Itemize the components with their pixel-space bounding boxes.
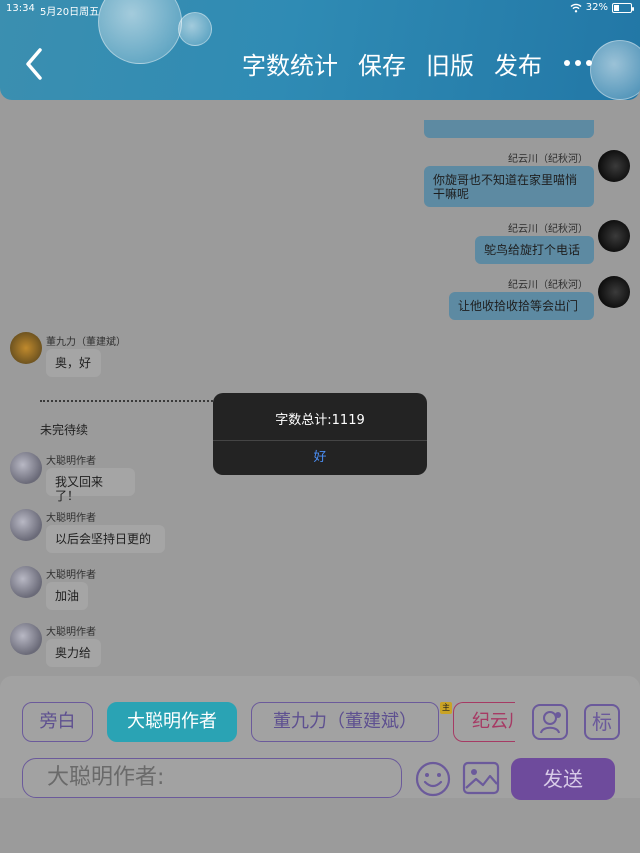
message-bubble[interactable]: 让他收拾收拾等会出门 [449, 292, 594, 320]
dialog-message: 字数总计:1119 [275, 413, 365, 428]
word-count-button[interactable]: 字数统计 [242, 46, 338, 81]
bubble-decoration [590, 40, 640, 100]
status-bar: 13:34 5月20日周五 32% [0, 0, 640, 18]
sender-name: 大聪明作者 [46, 570, 96, 581]
avatar[interactable] [10, 509, 42, 541]
avatar[interactable] [10, 623, 42, 655]
publish-button[interactable]: 发布 [494, 46, 542, 81]
avatar[interactable] [598, 276, 630, 308]
save-button[interactable]: 保存 [358, 46, 406, 81]
app-header: 13:34 5月20日周五 32% 字数统计 保存 旧版 发布 [0, 0, 640, 100]
battery-fill [614, 4, 620, 11]
chat-bubble-partial [424, 120, 594, 138]
sender-name: 纪云川（纪秋河） [508, 280, 588, 291]
message-bubble[interactable]: 鸵鸟给旋打个电话 [475, 236, 594, 264]
old-version-button[interactable]: 旧版 [426, 46, 474, 81]
mark-button[interactable]: 标 [584, 704, 620, 740]
avatar[interactable] [598, 150, 630, 182]
narration-text: 未完待续 [40, 423, 89, 437]
more-options-icon[interactable] [564, 60, 592, 66]
character-chip[interactable]: 旁白 [22, 702, 93, 742]
message-bubble[interactable]: 奥，好 [46, 349, 101, 377]
message-bubble[interactable]: 奥力给 [46, 639, 101, 667]
battery-icon [612, 2, 634, 13]
main-role-badge: 主 [440, 702, 452, 714]
chat-area[interactable]: 纪云川（纪秋河） 你旋哥也不知道在家里喵悄 干嘛呢 纪云川（纪秋河） 鸵鸟给旋打… [0, 100, 640, 676]
avatar[interactable] [10, 566, 42, 598]
sender-name: 纪云川（纪秋河） [508, 154, 588, 165]
emoji-icon[interactable] [414, 760, 452, 798]
back-chevron-icon[interactable] [18, 44, 52, 84]
character-chip-selected[interactable]: 大聪明作者 [107, 702, 237, 742]
message-bubble[interactable]: 以后会坚持日更的 [46, 525, 165, 553]
add-character-button[interactable] [532, 704, 568, 740]
avatar[interactable] [10, 452, 42, 484]
character-chip[interactable]: 董九力（董建斌） [251, 702, 439, 742]
dialog-ok-button[interactable]: 好 [213, 441, 427, 475]
status-time: 13:34 [6, 3, 35, 14]
sender-name: 董九力（董建斌） [46, 337, 126, 348]
message-bubble[interactable]: 你旋哥也不知道在家里喵悄 干嘛呢 [424, 166, 594, 207]
status-date: 5月20日周五 [40, 7, 100, 18]
word-count-dialog: 字数总计:1119 好 [213, 393, 427, 475]
header-nav: 字数统计 保存 旧版 发布 [242, 46, 542, 81]
divider [40, 400, 220, 402]
wifi-icon [570, 3, 582, 12]
avatar[interactable] [598, 220, 630, 252]
avatar[interactable] [10, 332, 42, 364]
character-chip[interactable]: 纪云川 [453, 702, 515, 742]
message-bubble[interactable]: 加油 [46, 582, 88, 610]
sender-name: 纪云川（纪秋河） [508, 224, 588, 235]
input-panel: 旁白 大聪明作者 董九力（董建斌） 主 纪云川 标 大聪明作者: 发送 [0, 676, 640, 800]
message-input[interactable]: 大聪明作者: [22, 758, 402, 798]
message-bubble[interactable]: 我又回来了！ [46, 468, 135, 503]
image-icon[interactable] [462, 760, 500, 796]
sender-name: 大聪明作者 [46, 456, 96, 467]
status-right: 32% [570, 2, 634, 13]
sender-name: 大聪明作者 [46, 627, 96, 638]
person-icon [540, 711, 561, 734]
sender-name: 大聪明作者 [46, 513, 96, 524]
send-button[interactable]: 发送 [511, 758, 615, 800]
battery-percent: 32% [585, 2, 608, 13]
